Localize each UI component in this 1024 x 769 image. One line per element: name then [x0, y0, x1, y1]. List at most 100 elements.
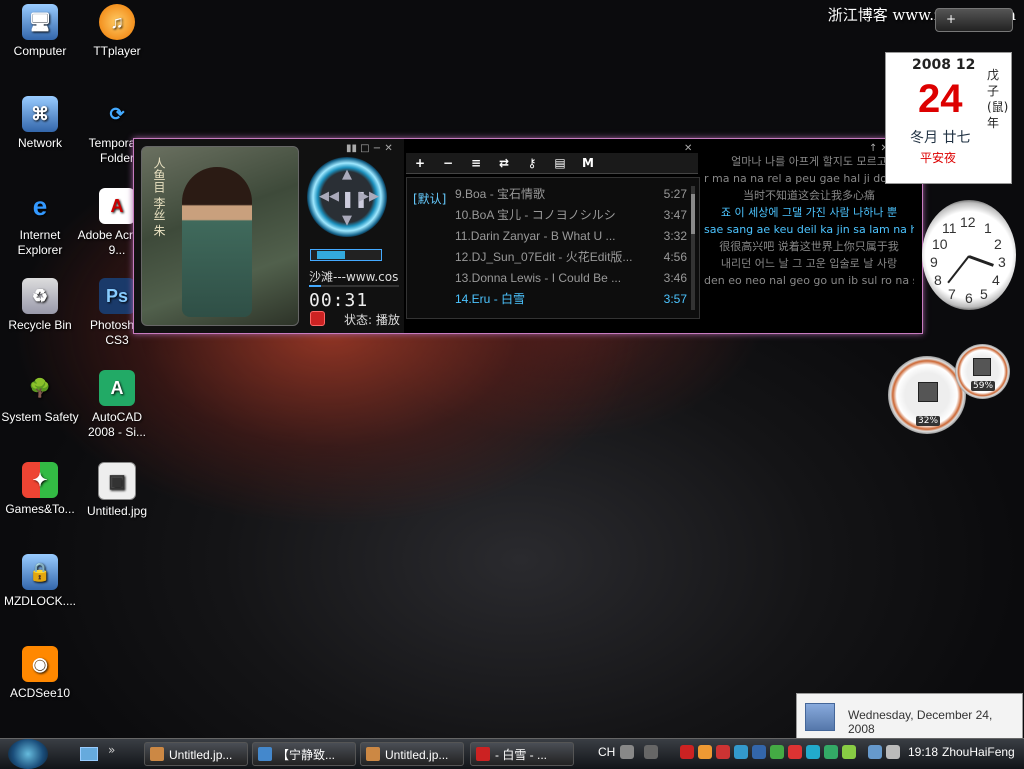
- track-row[interactable]: 13.Donna Lewis - I Could Be ... 3:46: [455, 268, 687, 289]
- add-icon[interactable]: +: [406, 156, 434, 170]
- show-desktop-icon[interactable]: [80, 747, 98, 761]
- memory-meter-gadget[interactable]: 59%: [955, 344, 1010, 399]
- keyboard-icon[interactable]: [620, 745, 634, 759]
- desktop-icon-system-safety[interactable]: 🌳 System Safety: [0, 370, 80, 425]
- desktop-icon-label: Untitled.jpg: [86, 504, 148, 518]
- desktop-icon-mzdlock[interactable]: 🔒 MZDLOCK....: [0, 554, 80, 609]
- desktop-icon-computer[interactable]: 🖥 Computer: [0, 4, 80, 59]
- volume-icon[interactable]: [886, 745, 900, 759]
- track-row[interactable]: 12.DJ_Sun_07Edit - 火花Edit版... 4:56: [455, 247, 687, 268]
- ttplayer-tray-icon[interactable]: [680, 745, 694, 759]
- volume-slider[interactable]: [310, 249, 382, 261]
- power-icon[interactable]: [310, 311, 325, 326]
- security-tray-icon[interactable]: [716, 745, 730, 759]
- track-duration: 5:27: [663, 187, 687, 201]
- update-tray-icon[interactable]: [770, 745, 784, 759]
- playback-control-ring[interactable]: ▲ ◀◀ ❚❚ ▶▶ ▼: [307, 157, 387, 237]
- desktop-icon-games[interactable]: ✦ Games&To...: [0, 462, 80, 517]
- clock-gadget[interactable]: 12 1 2 3 4 5 6 7 8 9 10 11: [922, 200, 1016, 310]
- playlist-close-icon[interactable]: ✕: [684, 143, 692, 154]
- track-duration: 3:32: [663, 229, 687, 243]
- playlist-category[interactable]: [默认]: [413, 190, 446, 207]
- track-duration: 3:46: [663, 271, 687, 285]
- network-icon: ⌘: [22, 96, 58, 132]
- tray-username: ZhouHaiFeng: [942, 745, 1015, 759]
- track-row-current[interactable]: 14.Eru - 白雪 3:57: [455, 289, 687, 310]
- input-method-icon[interactable]: [644, 745, 658, 759]
- track-title: 10.BoA 宝儿 - コノヨノシルシ: [455, 208, 616, 222]
- date-tooltip-text: Wednesday, December 24, 2008: [848, 708, 993, 736]
- list-icon[interactable]: ≡: [462, 156, 490, 170]
- desktop-icon-recycle-bin[interactable]: ♻ Recycle Bin: [0, 278, 80, 333]
- calendar-day: 24: [918, 77, 963, 121]
- track-row[interactable]: 10.BoA 宝儿 - コノヨノシルシ 3:47: [455, 205, 687, 226]
- ttplayer-icon: [476, 747, 490, 761]
- clock-numeral: 10: [932, 236, 948, 252]
- start-button[interactable]: [8, 739, 48, 769]
- lyric-line-current: 죠 이 세상에 그댈 가진 사람 나하나 뿐: [720, 206, 898, 219]
- monitor-tray-icon[interactable]: [824, 745, 838, 759]
- desktop-icon-ie[interactable]: e Internet Explorer: [0, 188, 80, 258]
- photoshop-icon: Ps: [99, 278, 135, 314]
- network-tray-icon[interactable]: [734, 745, 748, 759]
- date-tooltip: Wednesday, December 24, 2008: [796, 693, 1023, 739]
- stop-icon[interactable]: ▲: [342, 167, 352, 182]
- sidebar-add-gadget-button[interactable]: +: [935, 8, 1013, 32]
- tray-clock[interactable]: 19:18: [908, 745, 938, 759]
- file-icon[interactable]: ▤: [546, 156, 574, 170]
- taskbar: » Untitled.jp... 【宁静致... Untitled.jp... …: [0, 738, 1024, 769]
- shield-tray-icon[interactable]: [752, 745, 766, 759]
- quick-launch-overflow-icon[interactable]: »: [108, 743, 115, 757]
- acdsee-icon: ◉: [22, 646, 58, 682]
- search-icon[interactable]: ⚷: [518, 156, 546, 170]
- eject-icon[interactable]: ▼: [342, 213, 352, 228]
- sort-icon[interactable]: ⇄: [490, 156, 518, 170]
- desktop-icon-label: ACDSee10: [9, 686, 71, 700]
- clock-numeral: 4: [992, 272, 1000, 288]
- track-row[interactable]: 9.Boa - 宝石情歌 5:27: [455, 184, 687, 205]
- prev-icon[interactable]: ◀◀: [319, 189, 339, 204]
- track-title: 9.Boa - 宝石情歌: [455, 187, 546, 201]
- taskbar-button-label: - 白雪 - ...: [495, 748, 547, 762]
- mode-icon[interactable]: M: [574, 156, 602, 170]
- flash-tray-icon[interactable]: [788, 745, 802, 759]
- track-row[interactable]: 11.Darin Zanyar - B What U ... 3:32: [455, 226, 687, 247]
- lyric-line: 내리던 어느 날 그 고운 입술로 날 사랑: [720, 257, 898, 270]
- sync-tray-icon[interactable]: [806, 745, 820, 759]
- network-connection-icon[interactable]: [868, 745, 882, 759]
- taskbar-button[interactable]: 【宁静致...: [252, 742, 356, 766]
- seek-bar[interactable]: [309, 285, 399, 287]
- calendar-gadget[interactable]: 2008 12 24 冬月 廿七 戊子(鼠)年 平安夜: [885, 52, 1012, 184]
- add-icon: +: [946, 12, 957, 26]
- calendar-ganzhi-year: 戊子(鼠)年: [987, 68, 1009, 130]
- desktop-icon-label: Games&To...: [5, 502, 75, 516]
- playlist-scrollbar[interactable]: [691, 186, 695, 310]
- taskbar-button[interactable]: Untitled.jp...: [360, 742, 464, 766]
- music-player-window[interactable]: 人鱼目 李丝 朱 ▮▮ □ − ✕ ▲ ◀◀ ❚❚ ▶▶ ▼ 沙滩---www.…: [133, 138, 923, 334]
- language-indicator[interactable]: CH: [598, 745, 615, 759]
- next-icon[interactable]: ▶▶: [359, 189, 379, 204]
- desktop-icon-label: MZDLOCK....: [3, 594, 76, 608]
- taskbar-button[interactable]: Untitled.jp...: [144, 742, 248, 766]
- desktop-icon-autocad[interactable]: A AutoCAD 2008 - Si...: [77, 370, 157, 440]
- antivirus-tray-icon[interactable]: [842, 745, 856, 759]
- remove-icon[interactable]: −: [434, 156, 462, 170]
- image-file-icon: [150, 747, 164, 761]
- desktop-icon-label: System Safety: [1, 410, 79, 424]
- main-window-buttons[interactable]: ▮▮ □ − ✕: [346, 143, 393, 154]
- desktop-icon-network[interactable]: ⌘ Network: [0, 96, 80, 151]
- desktop-icon-ttplayer[interactable]: ♫ TTplayer: [77, 4, 157, 59]
- adobe-acrobat-icon: A: [99, 188, 135, 224]
- image-file-icon: ▣: [98, 462, 136, 500]
- track-title: 14.Eru - 白雪: [455, 292, 526, 306]
- playlist-panel: [默认] 9.Boa - 宝石情歌 5:27 10.BoA 宝儿 - コノヨノシル…: [406, 177, 700, 319]
- lyric-line: den eo neo nal geo go un ib sul ro na sa: [704, 274, 914, 287]
- desktop-icon-untitled-jpg[interactable]: ▣ Untitled.jpg: [77, 462, 157, 519]
- desktop-icon-acdsee[interactable]: ◉ ACDSee10: [0, 646, 80, 701]
- calendar-festival: 平安夜: [920, 151, 957, 165]
- taskbar-button-active[interactable]: - 白雪 - ...: [470, 742, 574, 766]
- clock-numeral: 2: [994, 236, 1002, 252]
- qq-tray-icon[interactable]: [698, 745, 712, 759]
- clock-numeral: 7: [948, 286, 956, 302]
- computer-icon: 🖥: [22, 4, 58, 40]
